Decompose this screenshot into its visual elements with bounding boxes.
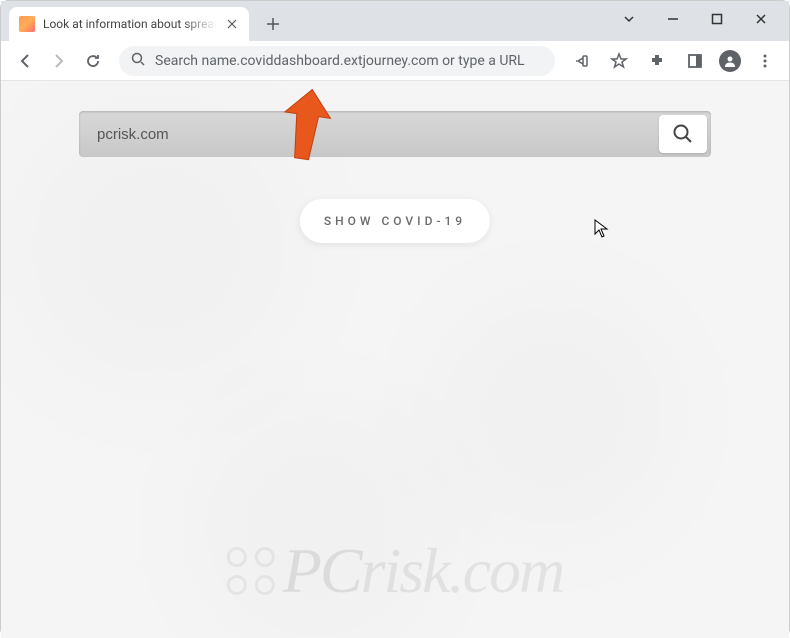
profile-avatar[interactable] — [719, 50, 741, 72]
page-search-input[interactable] — [79, 111, 655, 157]
show-covid-button[interactable]: SHOW COVID-19 — [300, 199, 490, 243]
extensions-icon[interactable] — [643, 47, 671, 75]
minimize-icon[interactable] — [667, 10, 679, 29]
page-search-bar — [79, 111, 711, 157]
tab-title: Look at information about spread — [43, 17, 217, 31]
watermark: PCrisk.com — [227, 534, 563, 608]
sidepanel-icon[interactable] — [681, 47, 709, 75]
bookmark-icon[interactable] — [605, 47, 633, 75]
share-icon[interactable] — [567, 47, 595, 75]
address-bar[interactable]: Search name.coviddashboard.extjourney.co… — [119, 46, 555, 76]
browser-tab[interactable]: Look at information about spread — [9, 7, 249, 41]
new-tab-button[interactable] — [259, 10, 287, 38]
close-icon[interactable] — [755, 10, 767, 29]
page-content: SHOW COVID-19 PCrisk.com — [1, 81, 789, 638]
chevron-down-icon[interactable] — [623, 10, 635, 29]
tab-favicon-icon — [19, 16, 35, 32]
omnibox-placeholder: Search name.coviddashboard.extjourney.co… — [155, 53, 543, 69]
show-covid-label: SHOW COVID-19 — [324, 214, 466, 228]
toolbar-right — [567, 47, 779, 75]
search-icon — [131, 51, 145, 70]
annotation-arrow-icon — [281, 87, 341, 171]
back-button[interactable] — [11, 47, 39, 75]
page-search-button[interactable] — [659, 115, 707, 153]
watermark-logo-icon — [227, 547, 275, 595]
reload-button[interactable] — [79, 47, 107, 75]
forward-button[interactable] — [45, 47, 73, 75]
watermark-text: PCrisk.com — [283, 534, 563, 608]
tab-close-icon[interactable] — [225, 17, 239, 31]
menu-icon[interactable] — [751, 47, 779, 75]
window-controls — [601, 1, 789, 37]
magnifier-icon — [672, 123, 694, 145]
maximize-icon[interactable] — [711, 10, 723, 29]
browser-toolbar: Search name.coviddashboard.extjourney.co… — [1, 41, 789, 81]
